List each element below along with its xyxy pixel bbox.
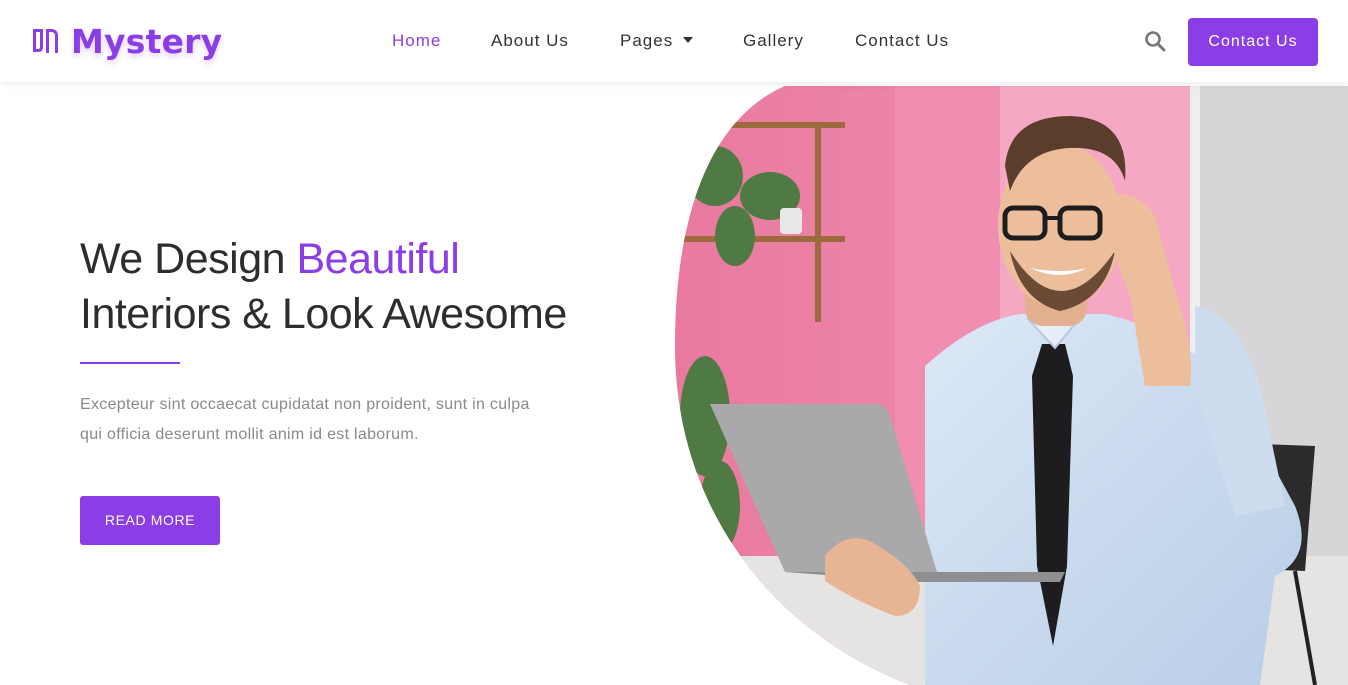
navbar: Mystery Home About Us Pages Gallery Cont… xyxy=(0,0,1348,82)
hero-description-line1: Excepteur sint occaecat cupidatat non pr… xyxy=(80,396,530,413)
hero-image xyxy=(675,86,1348,685)
hero-description-line2: qui officia deserunt mollit anim id est … xyxy=(80,426,419,443)
contact-us-button[interactable]: Contact Us xyxy=(1188,18,1318,66)
hero-photo-illustration xyxy=(675,86,1348,685)
read-more-button[interactable]: READ MORE xyxy=(80,496,220,545)
nav-pages[interactable]: Pages xyxy=(620,31,694,53)
brand-name: Mystery xyxy=(71,21,223,61)
nav-contact-us[interactable]: Contact Us xyxy=(855,31,949,53)
brand-logo-link[interactable]: Mystery xyxy=(30,20,222,62)
hero-title-part2: Interiors & Look Awesome xyxy=(80,290,567,338)
hero-title: We Design Beautiful Interiors & Look Awe… xyxy=(80,232,640,342)
nav-pages-label: Pages xyxy=(620,31,674,50)
nav-home[interactable]: Home xyxy=(392,31,441,53)
hero-description: Excepteur sint occaecat cupidatat non pr… xyxy=(80,390,600,450)
nav-about-us[interactable]: About Us xyxy=(491,31,569,53)
search-icon[interactable] xyxy=(1144,30,1166,52)
title-underline xyxy=(80,362,180,364)
brand-logo-icon xyxy=(33,29,58,53)
nav-gallery[interactable]: Gallery xyxy=(743,31,804,53)
hero-title-part1: We Design xyxy=(80,235,297,283)
hero-title-accent: Beautiful xyxy=(296,235,460,283)
chevron-down-icon xyxy=(683,36,694,43)
